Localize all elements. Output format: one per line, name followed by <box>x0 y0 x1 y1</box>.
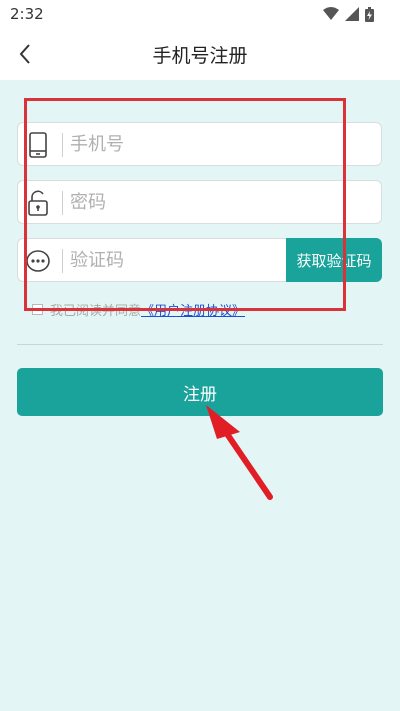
annotation-arrow <box>206 405 273 500</box>
